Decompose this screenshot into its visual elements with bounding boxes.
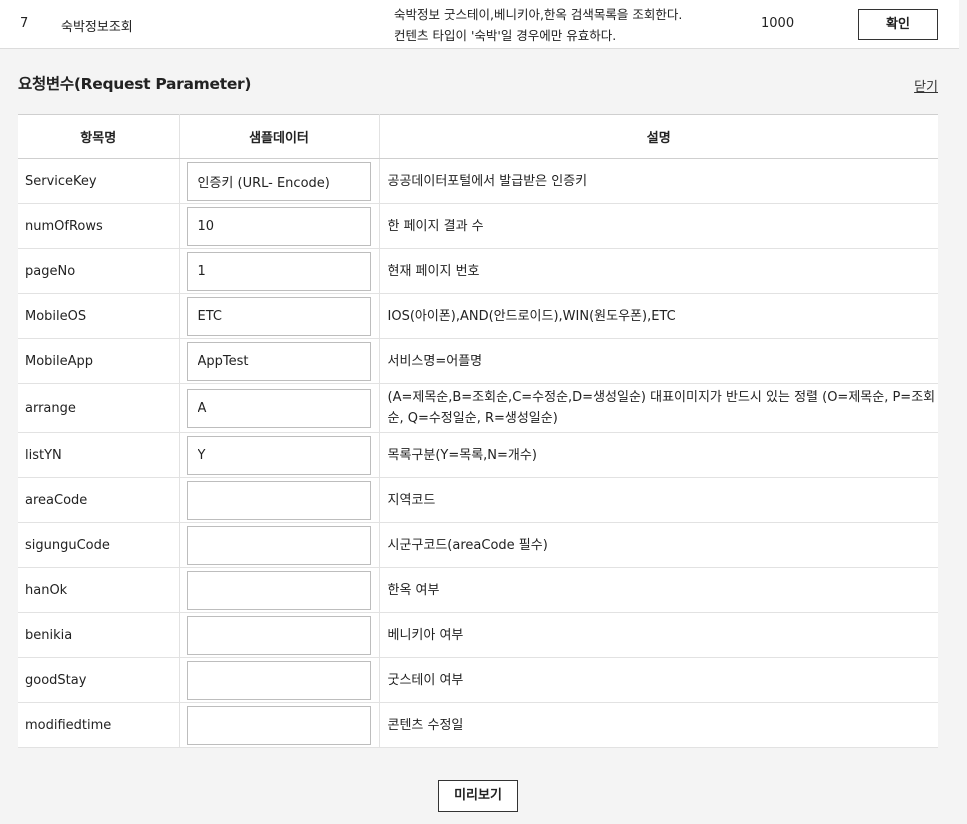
sample-input-mobileapp[interactable]: [186, 341, 371, 381]
sample-input-areacode[interactable]: [186, 480, 371, 520]
param-desc: 한 페이지 결과 수: [379, 203, 938, 249]
table-row: listYN 목록구분(Y=목록,N=개수): [18, 432, 938, 478]
param-desc: 지역코드: [379, 477, 938, 523]
header-item-name: 항목명: [18, 114, 180, 159]
operation-name: 숙박정보조회: [61, 20, 133, 35]
sample-input-pageno[interactable]: [186, 251, 371, 291]
param-key: benikia: [18, 612, 180, 658]
operation-description: 숙박정보 굿스테이,베니키아,한옥 검색목록을 조회한다. 컨텐츠 타입이 '숙…: [394, 4, 682, 46]
sample-input-numofrows[interactable]: [186, 206, 371, 246]
param-key: arrange: [18, 383, 180, 433]
param-key: goodStay: [18, 657, 180, 703]
param-desc: (A=제목순,B=조회순,C=수정순,D=생성일순) 대표이미지가 반드시 있는…: [379, 383, 938, 433]
param-key: listYN: [18, 432, 180, 478]
operation-count: 1000: [761, 16, 795, 31]
operation-description-line1: 숙박정보 굿스테이,베니키아,한옥 검색목록을 조회한다.: [394, 7, 683, 22]
table-row: goodStay 굿스테이 여부: [18, 657, 938, 703]
sample-input-benikia[interactable]: [186, 615, 371, 655]
table-row: modifiedtime 콘텐츠 수정일: [18, 702, 938, 748]
param-desc: 시군구코드(areaCode 필수): [379, 522, 938, 568]
table-row: numOfRows 한 페이지 결과 수: [18, 203, 938, 249]
sample-input-mobileos[interactable]: [186, 296, 371, 336]
param-desc: 굿스테이 여부: [379, 657, 938, 703]
table-row: ServiceKey 공공데이터포털에서 발급받은 인증키: [18, 158, 938, 204]
sample-input-listyn[interactable]: [186, 435, 371, 475]
operation-row: 7 숙박정보조회 숙박정보 굿스테이,베니키아,한옥 검색목록을 조회한다. 컨…: [0, 0, 959, 49]
operation-description-line2: 컨텐츠 타입이 '숙박'일 경우에만 유효하다.: [394, 28, 617, 43]
request-parameter-table: 항목명 샘플데이터 설명 ServiceKey 공공데이터포털에서 발급받은 인…: [18, 114, 938, 748]
param-key: numOfRows: [18, 203, 180, 249]
param-desc: 현재 페이지 번호: [379, 248, 938, 294]
sample-input-modifiedtime[interactable]: [186, 705, 371, 745]
param-key: sigunguCode: [18, 522, 180, 568]
header-sample-data: 샘플데이터: [179, 114, 380, 159]
table-row: hanOk 한옥 여부: [18, 567, 938, 613]
param-desc: 한옥 여부: [379, 567, 938, 613]
table-header-row: 항목명 샘플데이터 설명: [18, 114, 938, 159]
param-desc: 베니키아 여부: [379, 612, 938, 658]
table-row: MobileApp 서비스명=어플명: [18, 338, 938, 384]
param-desc: IOS(아이폰),AND(안드로이드),WIN(원도우폰),ETC: [379, 293, 938, 339]
param-key: areaCode: [18, 477, 180, 523]
param-key: modifiedtime: [18, 702, 180, 748]
close-link[interactable]: 닫기: [914, 76, 938, 95]
table-row: arrange (A=제목순,B=조회순,C=수정순,D=생성일순) 대표이미지…: [18, 383, 938, 433]
sample-input-goodstay[interactable]: [186, 660, 371, 700]
param-desc: 목록구분(Y=목록,N=개수): [379, 432, 938, 478]
table-row: benikia 베니키아 여부: [18, 612, 938, 658]
preview-button[interactable]: 미리보기: [438, 780, 518, 812]
param-key: pageNo: [18, 248, 180, 294]
param-key: ServiceKey: [18, 158, 180, 204]
confirm-button[interactable]: 확인: [858, 9, 938, 40]
param-desc: 콘텐츠 수정일: [379, 702, 938, 748]
param-key: MobileApp: [18, 338, 180, 384]
param-key: hanOk: [18, 567, 180, 613]
table-row: pageNo 현재 페이지 번호: [18, 248, 938, 294]
param-desc: 공공데이터포털에서 발급받은 인증키: [379, 158, 938, 204]
sample-input-servicekey[interactable]: [186, 161, 371, 201]
table-row: areaCode 지역코드: [18, 477, 938, 523]
operation-number: 7: [20, 16, 29, 31]
sample-input-sigungucode[interactable]: [186, 525, 371, 565]
table-row: sigunguCode 시군구코드(areaCode 필수): [18, 522, 938, 568]
param-desc: 서비스명=어플명: [379, 338, 938, 384]
sample-input-arrange[interactable]: [186, 388, 371, 428]
sample-input-hanok[interactable]: [186, 570, 371, 610]
section-title: 요청변수(Request Parameter): [18, 75, 252, 93]
header-description: 설명: [379, 114, 938, 159]
param-key: MobileOS: [18, 293, 180, 339]
table-row: MobileOS IOS(아이폰),AND(안드로이드),WIN(원도우폰),E…: [18, 293, 938, 339]
